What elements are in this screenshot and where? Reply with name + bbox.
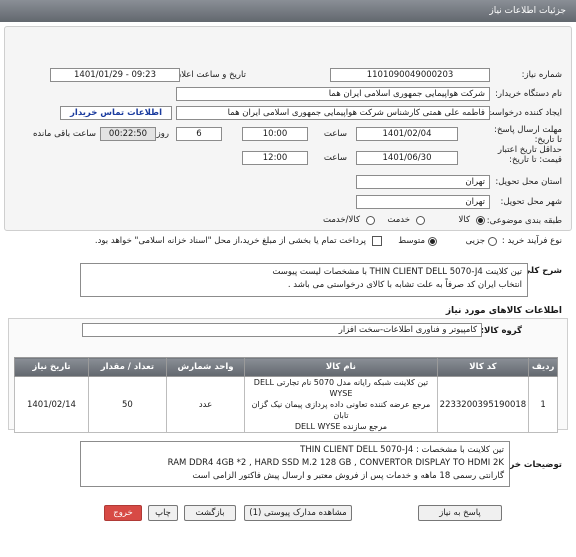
col-unit: واحد شمارش <box>165 357 246 377</box>
creator-field: فاطمه علی همتی کارشناس شرکت هواپیمایی جم… <box>176 106 490 120</box>
city-field: تهران <box>356 195 490 209</box>
summary-box: تین کلاینت THIN CLIENT DELL 5070-J4 با م… <box>80 263 528 297</box>
category-radio-both[interactable] <box>366 216 375 225</box>
goods-table: ردیف کد کالا نام کالا واحد شمارش تعداد /… <box>14 357 558 433</box>
buyer-notes-box: تین کلاینت با مشخصات : THIN CLIENT DELL … <box>80 441 510 487</box>
cell-unit: عدد <box>165 376 246 433</box>
cell-name-line-1: تین کلاینت شبکه رایانه مدل 5070 نام تجار… <box>253 378 429 398</box>
deadline-date-field: 1401/02/04 <box>356 127 458 141</box>
cell-qty: 50 <box>87 376 167 433</box>
back-button[interactable]: بازگشت <box>184 505 236 521</box>
category-label: طبقه بندی موضوعی: <box>486 216 562 226</box>
need-number-label: شماره نیاز: <box>521 70 562 80</box>
cell-code: 2233200395190018 <box>436 376 530 433</box>
category-radio-goods[interactable] <box>476 216 485 225</box>
reply-button[interactable]: پاسخ به نیاز <box>418 505 502 521</box>
treasury-payment-checkbox[interactable] <box>372 236 382 246</box>
print-button[interactable]: چاپ <box>148 505 178 521</box>
process-option-minor: جزیی <box>465 236 485 246</box>
days-count-field: 6 <box>176 127 222 141</box>
buyer-notes-line-1: تین کلاینت با مشخصات : THIN CLIENT DELL … <box>300 445 504 455</box>
validity-label: حداقل تاریخ اعتبار قیمت: تا تاریخ: <box>497 145 562 165</box>
buyer-notes-line-3: گارانتی رسمی 18 ماهه و خدمات پس از فروش … <box>192 471 504 481</box>
category-option-goods: کالا <box>458 215 470 225</box>
need-number-field: 1101090049000203 <box>330 68 490 82</box>
treasury-payment-note: پرداخت تمام یا بخشی از مبلغ خرید،از محل … <box>94 236 366 246</box>
remaining-label: ساعت باقی مانده <box>32 129 96 139</box>
deadline-time-field: 10:00 <box>242 127 308 141</box>
province-field: تهران <box>356 175 490 189</box>
cell-row: 1 <box>528 376 558 433</box>
process-option-medium: متوسط <box>398 236 425 246</box>
cell-date: 1401/02/14 <box>14 376 89 433</box>
deadline-label: مهلت ارسال پاسخ: تا تاریخ: <box>494 125 562 145</box>
goods-section-title: اطلاعات کالاهای مورد نیاز <box>445 306 562 316</box>
summary-line-2: انتخاب ایران کد صرفاً به علت تشابه با کا… <box>287 280 522 290</box>
buyer-org-field: شرکت هواپیمایی جمهوری اسلامی ایران هما <box>176 87 490 101</box>
cell-name-line-2: مرجع عرضه کننده تعاونی داده پردازی پیمان… <box>251 400 431 420</box>
validity-time-field: 12:00 <box>242 151 308 165</box>
goods-group-field: کامپیوتر و فناوری اطلاعات-سخت افزار <box>82 323 482 337</box>
goods-table-header: ردیف کد کالا نام کالا واحد شمارش تعداد /… <box>14 357 558 377</box>
validity-date-field: 1401/06/30 <box>356 151 458 165</box>
process-label: نوع فرآیند خرید : <box>501 236 562 246</box>
col-date: تاریخ نیاز <box>14 357 89 377</box>
validity-time-label: ساعت <box>323 153 347 163</box>
cell-name: تین کلاینت شبکه رایانه مدل 5070 نام تجار… <box>244 376 438 433</box>
cell-name-line-3: مرجع سازنده DELL WYSE <box>294 422 388 431</box>
page-header: جزئیات اطلاعات نیاز <box>0 0 576 22</box>
goods-group-label: گروه کالا: <box>480 326 522 336</box>
city-label: شهر محل تحویل: <box>500 197 562 207</box>
process-radio-medium[interactable] <box>428 237 437 246</box>
deadline-time-label: ساعت <box>323 129 347 139</box>
table-row: 1 2233200395190018 تین کلاینت شبکه رایان… <box>14 376 558 433</box>
view-attachments-button[interactable]: مشاهده مدارک پیوستی (1) <box>244 505 352 521</box>
col-code: کد کالا <box>436 357 530 377</box>
province-label: استان محل تحویل: <box>495 177 562 187</box>
col-qty: تعداد / مقدار <box>87 357 167 377</box>
buyer-notes-line-2: RAM DDR4 4GB *2 , HARD SSD M.2 128 GB , … <box>167 458 504 468</box>
buyer-contact-button[interactable]: اطلاعات تماس خریدار <box>60 106 172 120</box>
announce-field: 1401/01/29 - 09:23 <box>50 68 180 82</box>
exit-button[interactable]: خروج <box>104 505 142 521</box>
summary-line-1: تین کلاینت THIN CLIENT DELL 5070-J4 با م… <box>272 267 522 277</box>
category-option-both: کالا/خدمت <box>323 215 360 225</box>
buyer-org-label: نام دستگاه خریدار: <box>495 89 562 99</box>
creator-label: ایجاد کننده درخواست: <box>483 108 562 118</box>
col-name: نام کالا <box>244 357 438 377</box>
remaining-time-field: 00:22:50 <box>100 127 156 141</box>
process-radio-minor[interactable] <box>488 237 497 246</box>
category-option-service: خدمت <box>387 215 410 225</box>
col-row: ردیف <box>528 357 558 377</box>
category-radio-service[interactable] <box>416 216 425 225</box>
